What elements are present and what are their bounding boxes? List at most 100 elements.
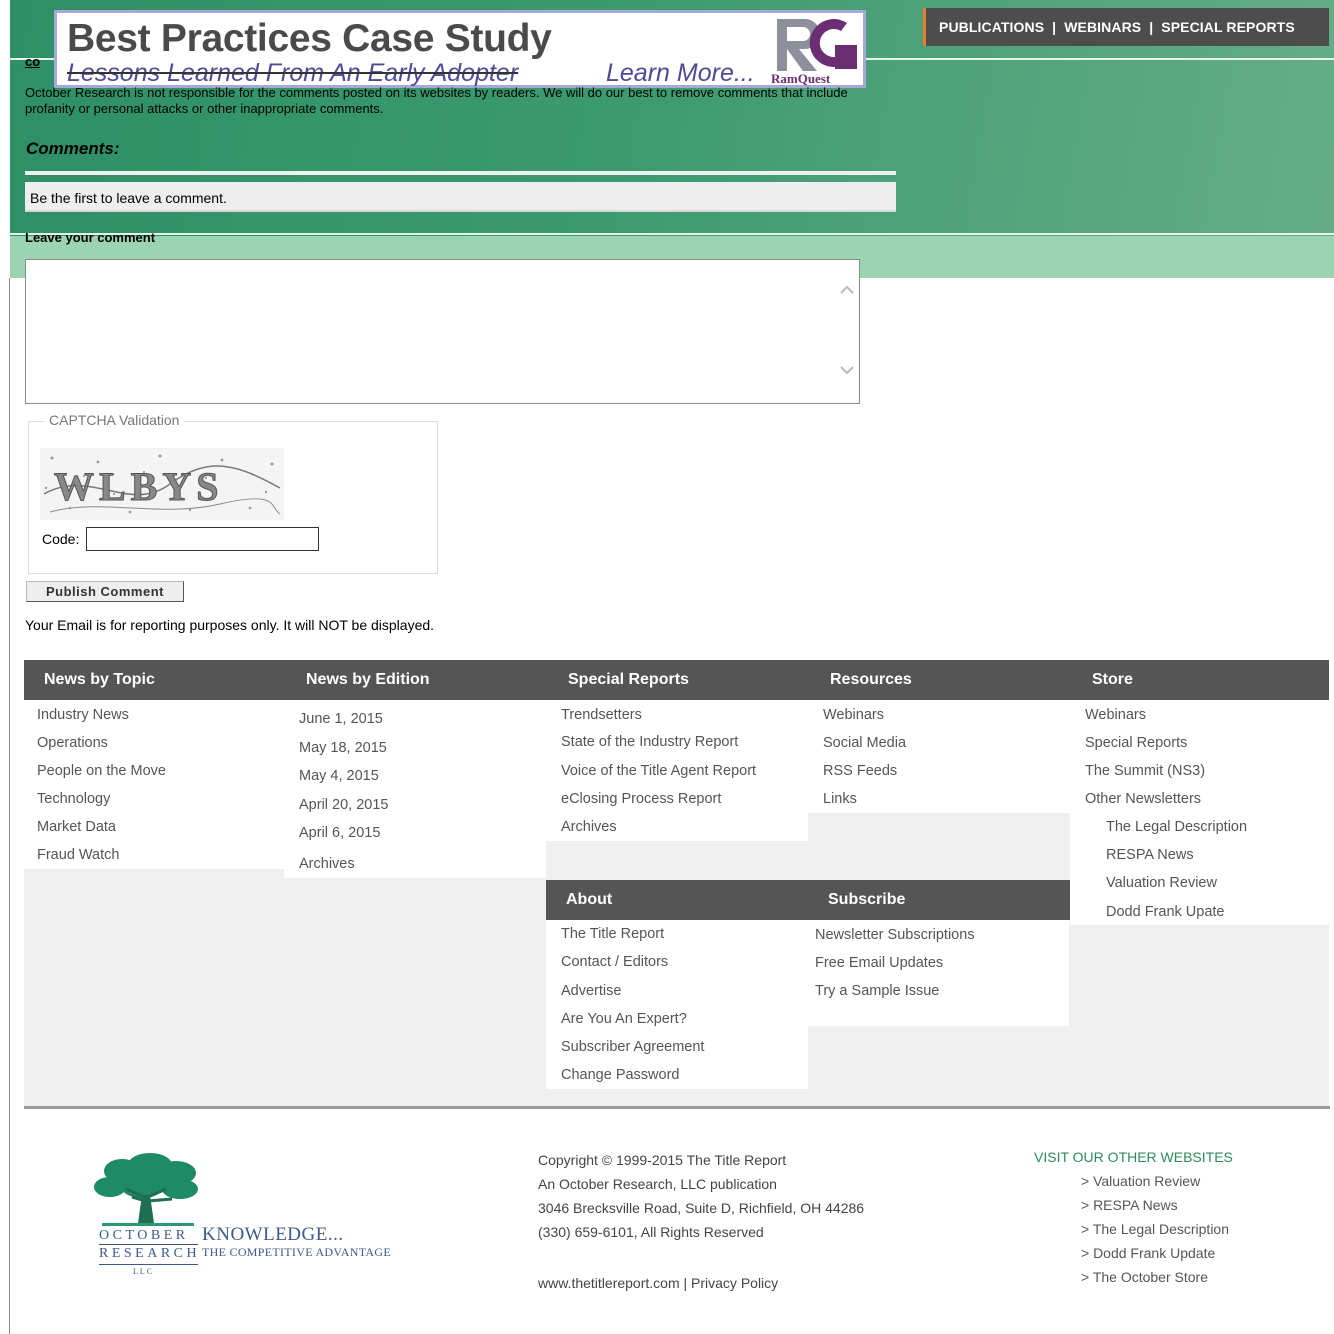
menu-sublink[interactable]: Dodd Frank Upate <box>1106 904 1224 920</box>
menu-heading-news-by-edition[interactable]: News by Edition <box>286 660 548 700</box>
comments-divider <box>25 171 896 175</box>
menu-link[interactable]: Try a Sample Issue <box>815 983 939 999</box>
phone-text: (330) 659-6101, All Rights Reserved <box>538 1224 764 1240</box>
menu-link[interactable]: Links <box>823 791 857 807</box>
store-list <box>1070 700 1329 925</box>
logo-tagline-knowledge: KNOWLEDGE... <box>202 1224 344 1245</box>
menu-sublink[interactable]: The Legal Description <box>1106 819 1247 835</box>
menu-link[interactable]: Contact / Editors <box>561 954 668 970</box>
link-separator: | <box>683 1275 688 1291</box>
menu-link[interactable]: Market Data <box>37 819 116 835</box>
logo-rule <box>99 1264 198 1265</box>
leave-comment-heading: Leave your comment <box>25 230 156 245</box>
visit-other-websites-heading: VISIT OUR OTHER WEBSITES <box>1034 1149 1233 1165</box>
ad-title: Best Practices Case Study <box>67 17 552 60</box>
menu-heading-about[interactable]: About <box>546 880 808 920</box>
logo-text-llc: LLC <box>133 1267 155 1276</box>
logo-text-research: RESEARCH <box>99 1246 201 1261</box>
menu-link[interactable]: Social Media <box>823 735 906 751</box>
menu-link[interactable]: Webinars <box>823 707 884 723</box>
site-link[interactable]: www.thetitlereport.com <box>538 1275 680 1291</box>
scroll-down-icon[interactable] <box>839 365 855 377</box>
comments-list: Be the first to leave a comment. <box>25 182 896 212</box>
ad-learn-more[interactable]: Learn More... <box>606 59 755 88</box>
logo-text-october: OCTOBER <box>99 1228 189 1243</box>
comments-empty-message: Be the first to leave a comment. <box>30 190 227 206</box>
address-text: 3046 Brecksville Road, Suite D, Richfiel… <box>538 1200 865 1216</box>
menu-link[interactable]: Change Password <box>561 1067 680 1083</box>
scroll-up-icon[interactable] <box>839 283 855 295</box>
left-border-rule <box>9 278 10 1334</box>
captcha-legend: CAPTCHA Validation <box>44 412 185 428</box>
comment-disclaimer: October Research is not responsible for … <box>25 85 848 116</box>
menu-link[interactable]: Special Reports <box>1085 735 1187 751</box>
menu-link[interactable]: Webinars <box>1085 707 1146 723</box>
menu-link[interactable]: Fraud Watch <box>37 847 119 863</box>
menu-link[interactable]: May 18, 2015 <box>299 740 387 756</box>
menu-link[interactable]: April 6, 2015 <box>299 825 380 841</box>
menu-link[interactable]: RSS Feeds <box>823 763 897 779</box>
email-note: Your Email is for reporting purposes onl… <box>25 617 435 633</box>
logo-tagline-advantage: THE COMPETITIVE ADVANTAGE <box>202 1245 391 1259</box>
menu-heading-subscribe[interactable]: Subscribe <box>808 880 1070 920</box>
nav-webinars[interactable]: WEBINARS <box>1064 19 1141 35</box>
menu-link[interactable]: Voice of the Title Agent Report <box>561 763 756 779</box>
menu-sublink[interactable]: RESPA News <box>1106 847 1194 863</box>
menu-sublink[interactable]: Valuation Review <box>1106 875 1217 891</box>
ad-subtitle: Lessons Learned From An Early Adopter <box>67 59 519 87</box>
menu-link[interactable]: Are You An Expert? <box>561 1011 687 1027</box>
other-site-link[interactable]: > Dodd Frank Update <box>1081 1245 1215 1261</box>
menu-link[interactable]: The Summit (NS3) <box>1085 763 1205 779</box>
nav-separator: | <box>1149 19 1154 35</box>
comments-heading: Comments: <box>26 139 120 158</box>
footer-divider <box>24 1106 1330 1109</box>
textarea-scrollbar[interactable] <box>835 259 859 404</box>
privacy-policy-link[interactable]: Privacy Policy <box>691 1275 778 1291</box>
menu-link[interactable]: Other Newsletters <box>1085 791 1201 807</box>
menu-link[interactable]: May 4, 2015 <box>299 768 379 784</box>
tree-logo-icon <box>94 1153 198 1226</box>
other-site-link[interactable]: > Valuation Review <box>1081 1173 1200 1189</box>
menu-link[interactable]: Newsletter Subscriptions <box>815 927 975 943</box>
menu-heading-special-reports[interactable]: Special Reports <box>548 660 810 700</box>
co-label: co <box>25 54 41 69</box>
menu-link[interactable]: eClosing Process Report <box>561 791 721 807</box>
comment-textarea[interactable] <box>25 259 860 404</box>
news-by-topic-list <box>24 700 284 869</box>
logo-rule <box>99 1244 198 1245</box>
menu-link[interactable]: People on the Move <box>37 763 166 779</box>
captcha-code-input[interactable] <box>86 527 319 551</box>
menu-link[interactable]: Archives <box>561 819 617 835</box>
menu-link[interactable]: Industry News <box>37 707 129 723</box>
menu-link[interactable]: April 20, 2015 <box>299 797 388 813</box>
publish-comment-button[interactable]: Publish Comment <box>26 581 184 602</box>
ad-banner[interactable]: Best Practices Case Study Lessons Learne… <box>54 10 866 88</box>
menu-heading-store[interactable]: Store <box>1072 660 1329 700</box>
code-label: Code: <box>42 531 80 547</box>
copyright-text: Copyright © 1999-2015 The Title Report <box>538 1152 787 1168</box>
top-nav: PUBLICATIONS | WEBINARS | SPECIAL REPORT… <box>923 8 1329 46</box>
menu-link[interactable]: Archives <box>299 856 355 872</box>
menu-link[interactable]: Advertise <box>561 983 621 999</box>
menu-link[interactable]: Operations <box>37 735 108 751</box>
nav-special-reports[interactable]: SPECIAL REPORTS <box>1161 19 1295 35</box>
other-site-link[interactable]: > The Legal Description <box>1081 1221 1229 1237</box>
menu-heading-news-by-topic[interactable]: News by Topic <box>24 660 286 700</box>
other-site-link[interactable]: > The October Store <box>1081 1269 1208 1285</box>
footer-links: www.thetitlereport.com | Privacy Policy <box>538 1275 778 1291</box>
other-site-link[interactable]: > RESPA News <box>1081 1197 1178 1213</box>
menu-link[interactable]: The Title Report <box>561 926 664 942</box>
about-list <box>546 920 808 1089</box>
menu-link[interactable]: June 1, 2015 <box>299 711 383 727</box>
menu-link[interactable]: Technology <box>37 791 110 807</box>
menu-link[interactable]: Subscriber Agreement <box>561 1039 704 1055</box>
menu-link[interactable]: Trendsetters <box>561 707 642 723</box>
nav-publications[interactable]: PUBLICATIONS <box>939 19 1044 35</box>
captcha-text: WLBYS <box>54 464 224 509</box>
menu-link[interactable]: State of the Industry Report <box>561 734 738 750</box>
captcha-image: WLBYS <box>40 448 284 520</box>
header-divider <box>10 233 1334 235</box>
menu-link[interactable]: Free Email Updates <box>815 955 943 971</box>
menu-heading-resources[interactable]: Resources <box>810 660 1072 700</box>
publisher-text: An October Research, LLC publication <box>538 1176 777 1192</box>
